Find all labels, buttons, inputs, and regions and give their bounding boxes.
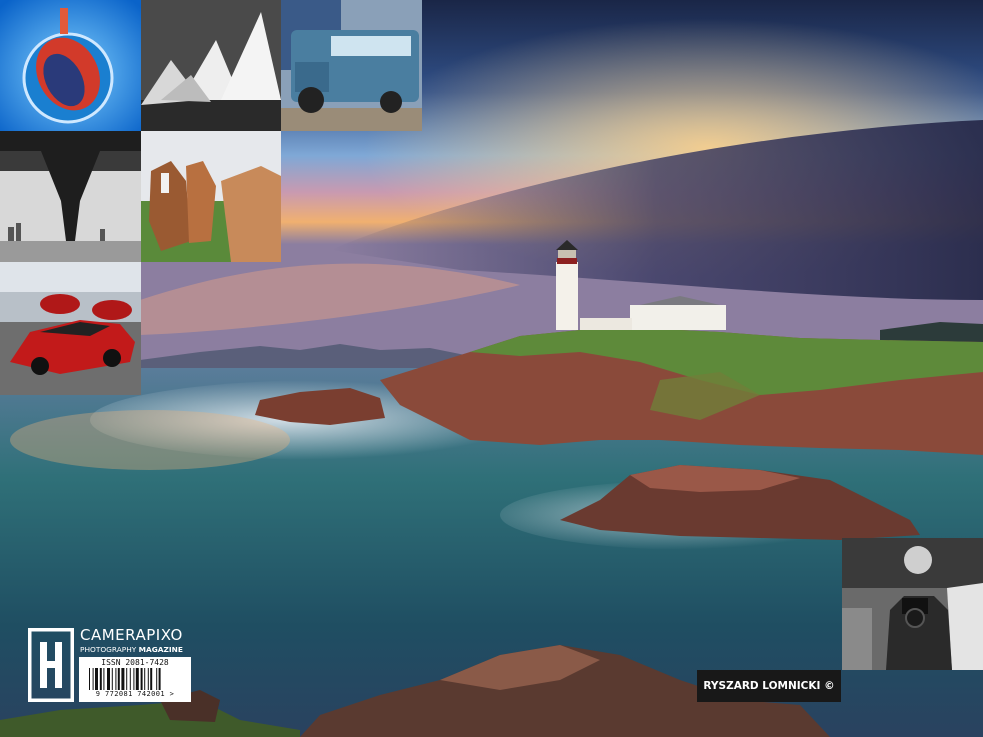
magazine-tagline: PHOTOGRAPHY MAGAZINE [80,645,183,654]
issn-barcode: ISSN 2081-7428 9 772081 742001 > [79,657,191,702]
bridge-underside-thumbnail[interactable] [0,131,141,262]
barcode-stripe [144,668,146,690]
barcode-stripe [95,668,98,690]
barcode-stripe [121,668,125,690]
photographer-portrait [842,538,983,670]
barcode-stripe [140,668,143,690]
photographer-credit: RYSZARD LOMNICKI © [697,670,841,702]
barcode-stripe [129,668,131,690]
barcode-stripe [115,668,117,690]
barcode-stripe [117,668,120,690]
barcode-stripe [147,668,149,690]
horses-thumbnail[interactable] [141,131,281,262]
barcode-stripe [126,668,128,690]
barcode-bars [89,668,161,690]
tiny-planet-ship-thumbnail[interactable] [0,0,141,131]
barcode-number: 9 772081 742001 > [95,690,175,698]
brand-name: CAMERAPIXO [80,626,183,644]
barcode-stripe [111,668,113,690]
barcode-stripe [99,668,102,690]
barcode-stripe [92,668,94,690]
magazine-logo: CAMERAPIXO PHOTOGRAPHY MAGAZINE ISSN 208… [28,626,198,706]
camerapixo-logo-icon [28,628,74,702]
barcode-stripe [156,668,158,690]
barcode-stripe [150,668,153,690]
barcode-stripe [133,668,135,690]
barcode-stripe [103,668,105,690]
barcode-stripe [135,668,139,690]
barcode-stripe [89,668,90,690]
issn-number: ISSN 2081-7428 [101,658,169,667]
barcode-stripe [107,668,110,690]
race-car-thumbnail[interactable] [0,262,141,395]
vintage-bus-thumbnail[interactable] [281,0,422,131]
opera-house-thumbnail[interactable] [141,0,281,131]
barcode-stripe [158,668,161,690]
